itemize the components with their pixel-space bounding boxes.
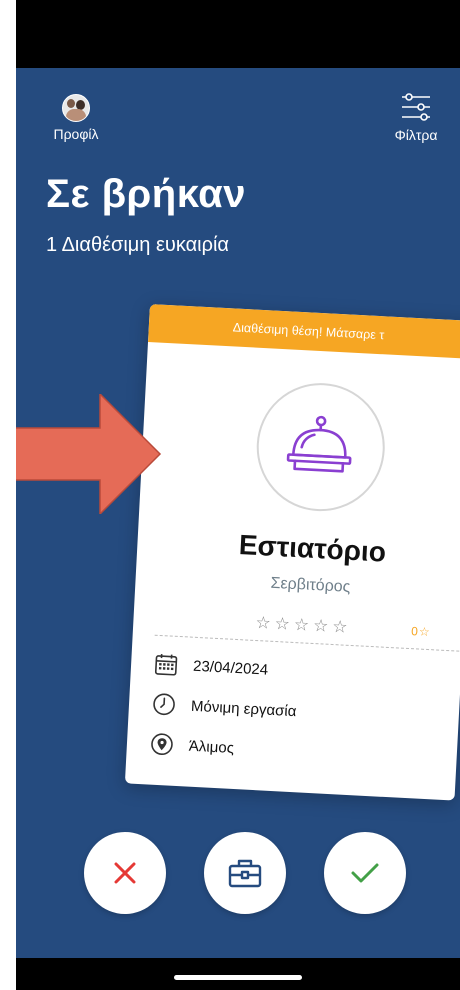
home-indicator[interactable] [174, 975, 302, 980]
page-title: Σε βρήκαν [46, 172, 247, 216]
filters-button[interactable]: Φίλτρα [384, 92, 448, 143]
date-row: 23/04/2024 [153, 651, 269, 683]
phone-frame: Προφίλ Φίλτρα Σε βρήκαν 1 Διαθέσιμη ευκα… [16, 0, 460, 990]
location-pin-icon [151, 733, 173, 756]
calendar-icon [154, 654, 178, 676]
sliders-icon [402, 93, 430, 121]
rating-score: 0 [410, 624, 419, 639]
job-position: Σερβιτόρος [270, 574, 351, 596]
rating-value: 0☆ [410, 624, 431, 640]
service-bell-icon [286, 415, 352, 473]
briefcase-icon [228, 859, 262, 888]
job-date: 23/04/2024 [192, 657, 269, 679]
profile-label: Προφίλ [53, 126, 99, 142]
job-card[interactable]: Διαθέσιμη θέση! Μάτσαρε τ Εστιατόριο Σερ… [124, 304, 460, 801]
reject-button[interactable] [84, 832, 166, 914]
highlight-arrow [16, 394, 162, 514]
category-icon-circle [253, 379, 389, 515]
avatar[interactable] [62, 94, 90, 122]
accept-button[interactable] [324, 832, 406, 914]
opportunities-count: 1 Διαθέσιμη ευκαιρία [46, 234, 229, 256]
app-screen: Προφίλ Φίλτρα Σε βρήκαν 1 Διαθέσιμη ευκα… [16, 68, 460, 958]
close-icon [114, 862, 136, 884]
filters-label: Φίλτρα [394, 127, 438, 143]
availability-banner: Διαθέσιμη θέση! Μάτσαρε τ [148, 304, 460, 360]
employment-row: Μόνιμη εργασία [150, 691, 297, 725]
employment-type: Μόνιμη εργασία [190, 697, 297, 720]
profile-button[interactable]: Προφίλ [46, 94, 106, 142]
clock-icon [153, 693, 175, 716]
job-category: Εστιατόριο [238, 529, 387, 568]
job-location: Άλιμος [188, 737, 235, 757]
rating-stars: ☆☆☆☆☆ [254, 612, 353, 637]
details-button[interactable] [204, 832, 286, 914]
check-icon [351, 863, 379, 883]
location-row: Άλιμος [148, 731, 234, 761]
